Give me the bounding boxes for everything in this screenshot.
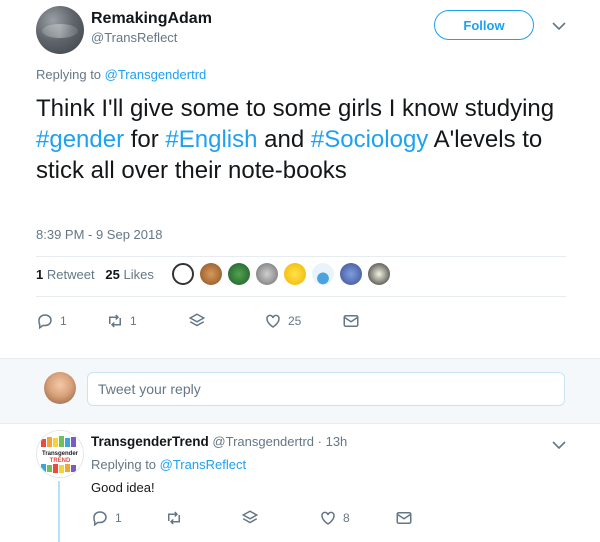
like-button[interactable]: 25 — [264, 312, 301, 330]
divider — [36, 256, 566, 257]
retweet-icon — [109, 314, 121, 328]
liker-avatar[interactable] — [172, 263, 194, 285]
follow-button[interactable]: Follow — [434, 10, 534, 40]
retweet-button[interactable]: 1 — [106, 312, 137, 330]
reply-actions: 1 8 — [91, 509, 431, 529]
likes-count: 25 — [105, 267, 120, 282]
stack-button[interactable] — [241, 509, 259, 527]
direct-message-button[interactable] — [342, 312, 360, 330]
stack-icon — [241, 510, 259, 524]
tweet-text-segment: Think I'll give some to some girls I kno… — [36, 95, 555, 122]
reply-button[interactable]: 1 — [91, 509, 122, 527]
likes-stat[interactable]: 25 Likes — [105, 267, 153, 282]
hashtag-link[interactable]: #gender — [36, 126, 124, 153]
reply-input[interactable]: Tweet your reply — [87, 372, 565, 406]
reply-text: Good idea! — [91, 480, 155, 495]
liker-avatars — [172, 263, 390, 289]
retweet-stat-label: Retweet — [46, 267, 95, 282]
liker-avatar[interactable] — [256, 263, 278, 285]
direct-message-button[interactable] — [188, 312, 206, 330]
hashtag-link[interactable]: #English — [165, 126, 257, 153]
thread-connector — [58, 481, 60, 542]
retweet-count: 1 — [36, 267, 44, 282]
current-user-avatar — [44, 372, 76, 404]
reply-author-name[interactable]: TransgenderTrend — [91, 434, 209, 449]
transgender-trend-logo: Transgender TREND — [37, 431, 83, 477]
reply-icon — [38, 314, 52, 330]
reply-replying-prefix: Replying to — [91, 457, 160, 472]
tweet-timestamp[interactable]: 8:39 PM - 9 Sep 2018 — [36, 227, 162, 242]
reply-icon — [93, 511, 107, 527]
chevron-down-icon[interactable] — [552, 437, 566, 453]
liker-avatar[interactable] — [368, 263, 390, 285]
liker-avatar[interactable] — [284, 263, 306, 285]
retweet-count: 1 — [130, 314, 137, 328]
svg-text:Transgender: Transgender — [42, 451, 79, 457]
tweet-stats: 1 Retweet 25 Likes — [36, 267, 154, 282]
reply-count: 1 — [115, 511, 122, 525]
divider — [36, 296, 566, 297]
tweet-text-segment: for — [124, 126, 166, 153]
mail-icon — [343, 315, 359, 327]
liker-avatar[interactable] — [228, 263, 250, 285]
liker-avatar[interactable] — [340, 263, 362, 285]
hashtag-link[interactable]: #Sociology — [311, 126, 428, 153]
retweet-stat[interactable]: 1 Retweet — [36, 267, 95, 282]
like-count: 25 — [288, 314, 302, 328]
heart-icon — [321, 511, 335, 525]
reply-count: 1 — [60, 314, 67, 328]
reply-author-handle[interactable]: @Transgendertrd — [212, 434, 314, 449]
reply-button[interactable]: 1 — [36, 312, 67, 330]
svg-text:TREND: TREND — [50, 458, 71, 464]
replying-to-link[interactable]: @Transgendertrd — [105, 67, 207, 82]
tweet-text-segment: and — [257, 126, 311, 153]
reply-author: TransgenderTrend @Transgendertrd · 13h — [91, 434, 347, 449]
liker-avatar[interactable] — [312, 263, 334, 285]
stack-icon — [188, 313, 206, 327]
retweet-icon — [168, 511, 180, 525]
reply-replying-to: Replying to @TransReflect — [91, 457, 246, 472]
author-avatar[interactable] — [36, 6, 84, 54]
replying-to: Replying to @Transgendertrd — [36, 67, 206, 82]
like-button[interactable]: 8 — [319, 509, 350, 527]
reply-replying-to-link[interactable]: @TransReflect — [160, 457, 246, 472]
direct-message-button[interactable] — [395, 509, 413, 527]
retweet-button[interactable] — [165, 509, 183, 527]
likes-stat-label: Likes — [123, 267, 154, 282]
chevron-down-icon[interactable] — [552, 18, 566, 34]
like-count: 8 — [343, 511, 350, 525]
reply-time[interactable]: · 13h — [318, 434, 348, 449]
mail-icon — [396, 512, 412, 524]
tweet-actions: 1 1 25 — [36, 312, 396, 332]
heart-icon — [266, 314, 280, 328]
author-handle[interactable]: @TransReflect — [91, 30, 177, 45]
liker-avatar[interactable] — [200, 263, 222, 285]
tweet-text: Think I'll give some to some girls I kno… — [36, 93, 576, 186]
reply-author-avatar[interactable]: Transgender TREND — [36, 430, 84, 478]
author-name[interactable]: RemakingAdam — [91, 10, 212, 28]
replying-prefix: Replying to — [36, 67, 105, 82]
